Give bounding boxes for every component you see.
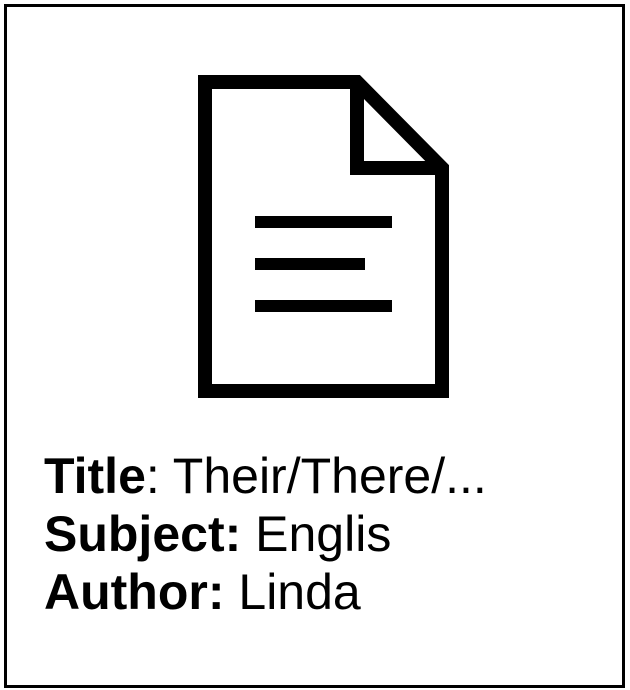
subject-value: Englis (241, 506, 392, 562)
title-label: Title (44, 448, 146, 504)
document-card[interactable]: Title: Their/There/... Subject: Englis A… (4, 4, 625, 688)
author-row: Author: Linda (44, 563, 614, 621)
title-separator: : (145, 448, 173, 504)
subject-label: Subject: (44, 506, 242, 562)
document-metadata: Title: Their/There/... Subject: Englis A… (44, 447, 614, 621)
author-value: Linda (224, 564, 361, 620)
document-icon (198, 75, 449, 398)
title-row: Title: Their/There/... (44, 447, 614, 505)
author-label: Author: (44, 564, 225, 620)
subject-row: Subject: Englis (44, 505, 614, 563)
title-value: Their/There/... (172, 448, 487, 504)
